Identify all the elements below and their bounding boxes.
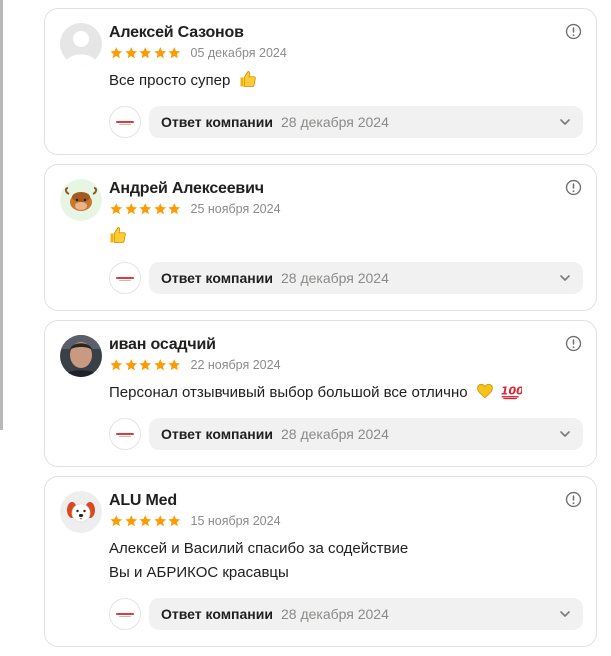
star-icon — [139, 203, 152, 215]
rating-stars — [109, 358, 182, 372]
review-text — [109, 225, 127, 249]
rating-row: 05 декабря 2024 — [109, 45, 287, 61]
review-text: Алексей и Василий спасибо за содействие … — [109, 537, 408, 585]
company-reply-toggle[interactable]: Ответ компании 28 декабря 2024 — [149, 598, 583, 630]
avatar[interactable] — [60, 335, 102, 377]
avatar[interactable] — [60, 179, 102, 221]
ox-avatar-icon — [60, 179, 102, 221]
reviews-list: Алексей Сазонов 05 декабря 2024 Все прос… — [44, 8, 597, 656]
star-icon — [110, 47, 123, 59]
review-date: 22 ноября 2024 — [190, 358, 281, 372]
review-card: Алексей Сазонов 05 декабря 2024 Все прос… — [44, 8, 597, 155]
dog-avatar-icon — [60, 491, 102, 533]
star-icon — [168, 203, 181, 215]
report-icon[interactable] — [565, 179, 582, 196]
star-icon — [168, 515, 181, 527]
rating-row: 22 ноября 2024 — [109, 357, 281, 373]
star-icon — [139, 515, 152, 527]
rating-row: 15 ноября 2024 — [109, 513, 281, 529]
company-reply: Ответ компании 28 декабря 2024 — [109, 106, 583, 138]
star-icon — [168, 47, 181, 59]
rating-row: 25 ноября 2024 — [109, 201, 281, 217]
reply-date: 28 декабря 2024 — [280, 270, 389, 286]
avatar[interactable] — [60, 491, 102, 533]
reply-label: Ответ компании — [161, 114, 273, 130]
company-reply-toggle[interactable]: Ответ компании 28 декабря 2024 — [149, 418, 583, 450]
company-logo — [109, 418, 141, 450]
company-logo-icon — [116, 121, 134, 125]
rating-stars — [109, 202, 182, 216]
company-logo-icon — [116, 433, 134, 437]
star-icon — [124, 203, 137, 215]
reply-label: Ответ компании — [161, 426, 273, 442]
thumbs-up-icon — [240, 71, 256, 87]
review-text-line: Алексей и Василий спасибо за содействие — [109, 540, 409, 557]
thumbs-up-icon — [110, 227, 126, 243]
review-text-line: Все просто супер — [109, 72, 231, 89]
star-icon — [110, 203, 123, 215]
company-reply-toggle[interactable]: Ответ компании 28 декабря 2024 — [149, 262, 583, 294]
page-scrollbar-edge — [0, 0, 3, 430]
company-logo-icon — [116, 277, 134, 281]
yellow-heart-icon — [476, 383, 493, 399]
star-icon — [110, 359, 123, 371]
company-logo-icon — [116, 613, 134, 617]
review-date: 05 декабря 2024 — [190, 46, 287, 60]
star-icon — [153, 47, 166, 59]
review-text-line: Персонал отзывчивый выбор большой все от… — [109, 384, 468, 401]
review-card: Андрей Алексеевич 25 ноября 2024 Ответ к… — [44, 164, 597, 311]
review-author[interactable]: ALU Med — [109, 492, 177, 510]
rating-stars — [109, 514, 182, 528]
star-icon — [110, 515, 123, 527]
company-logo — [109, 106, 141, 138]
review-card: ALU Med 15 ноября 2024 Алексей и Василий… — [44, 476, 597, 647]
chevron-down-icon — [560, 119, 570, 125]
star-icon — [124, 515, 137, 527]
star-icon — [153, 203, 166, 215]
company-reply-toggle[interactable]: Ответ компании 28 декабря 2024 — [149, 106, 583, 138]
review-text: Персонал отзывчивый выбор большой все от… — [109, 381, 522, 405]
hundred-points-icon: 100 — [501, 384, 522, 400]
report-icon[interactable] — [565, 335, 582, 352]
reply-label: Ответ компании — [161, 606, 273, 622]
company-logo — [109, 598, 141, 630]
company-reply: Ответ компании 28 декабря 2024 — [109, 418, 583, 450]
star-icon — [153, 515, 166, 527]
report-icon[interactable] — [565, 491, 582, 508]
default-avatar-icon — [60, 23, 102, 65]
review-date: 25 ноября 2024 — [190, 202, 281, 216]
review-author[interactable]: иван осадчий — [109, 336, 216, 354]
star-icon — [168, 359, 181, 371]
report-icon[interactable] — [565, 23, 582, 40]
chevron-down-icon — [560, 275, 570, 281]
avatar[interactable] — [60, 23, 102, 65]
svg-text:100: 100 — [501, 384, 522, 397]
star-icon — [124, 47, 137, 59]
reply-date: 28 декабря 2024 — [280, 606, 389, 622]
star-icon — [124, 359, 137, 371]
reply-label: Ответ компании — [161, 270, 273, 286]
company-reply: Ответ компании 28 декабря 2024 — [109, 598, 583, 630]
rating-stars — [109, 46, 182, 60]
review-text-line: Вы и АБРИКОС красавцы — [109, 564, 289, 581]
user-photo-icon — [60, 335, 102, 377]
review-author[interactable]: Алексей Сазонов — [109, 24, 244, 42]
review-date: 15 ноября 2024 — [190, 514, 281, 528]
star-icon — [153, 359, 166, 371]
review-author[interactable]: Андрей Алексеевич — [109, 180, 264, 198]
star-icon — [139, 47, 152, 59]
company-logo — [109, 262, 141, 294]
star-icon — [139, 359, 152, 371]
company-reply: Ответ компании 28 декабря 2024 — [109, 262, 583, 294]
review-text: Все просто супер — [109, 69, 257, 93]
reply-date: 28 декабря 2024 — [280, 426, 389, 442]
reply-date: 28 декабря 2024 — [280, 114, 389, 130]
review-card: иван осадчий 22 ноября 2024 Персонал отз… — [44, 320, 597, 467]
chevron-down-icon — [560, 431, 570, 437]
chevron-down-icon — [560, 611, 570, 617]
